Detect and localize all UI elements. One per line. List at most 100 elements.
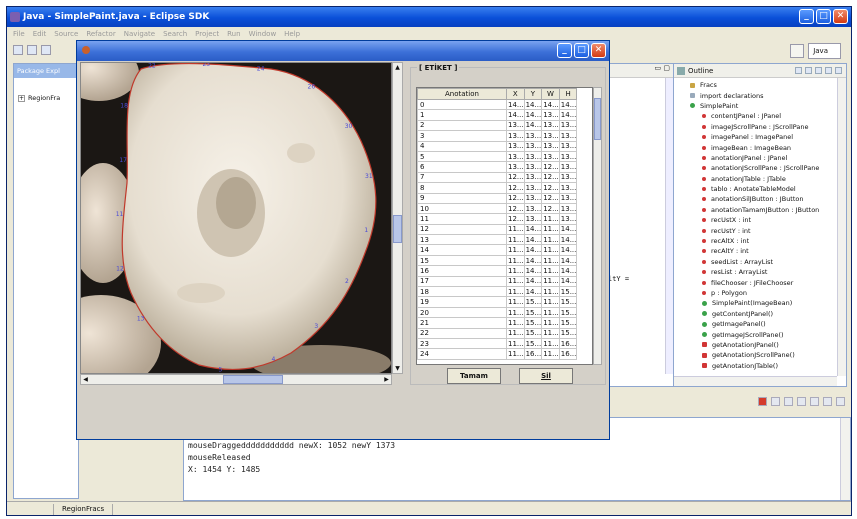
- table-cell[interactable]: 13...: [541, 140, 560, 152]
- table-cell[interactable]: 15...: [558, 317, 578, 329]
- outline-item[interactable]: resList : ArrayList: [676, 267, 836, 277]
- menu-project[interactable]: Project: [195, 30, 219, 38]
- table-cell[interactable]: 11: [417, 213, 507, 225]
- table-cell[interactable]: 11...: [541, 327, 560, 340]
- table-cell[interactable]: 14...: [523, 119, 543, 132]
- image-horizontal-thumb[interactable]: [223, 375, 283, 384]
- table-row[interactable]: 3 13... 13... 13... 13...: [417, 130, 578, 142]
- table-cell[interactable]: 12...: [506, 171, 525, 184]
- table-cell[interactable]: 14...: [523, 234, 543, 246]
- delete-button[interactable]: Sil: [519, 368, 573, 384]
- table-cell[interactable]: 13...: [506, 140, 525, 152]
- table-row[interactable]: 17 11... 14... 11... 14...: [417, 275, 578, 288]
- column-header[interactable]: Anotation: [417, 88, 507, 100]
- table-row[interactable]: 11 12... 13... 11... 13...: [417, 213, 578, 225]
- table-cell[interactable]: 11...: [506, 296, 525, 308]
- table-cell[interactable]: 14...: [558, 234, 578, 246]
- image-vertical-scrollbar[interactable]: ▲ ▼: [392, 62, 403, 374]
- table-cell[interactable]: 21: [417, 317, 507, 329]
- table-cell[interactable]: 13...: [523, 213, 543, 225]
- image-vertical-thumb[interactable]: [393, 215, 402, 243]
- menu-file[interactable]: File: [13, 30, 25, 38]
- table-cell[interactable]: 15...: [523, 337, 543, 350]
- menu-navigate[interactable]: Navigate: [124, 30, 155, 38]
- table-cell[interactable]: 16: [417, 265, 507, 277]
- table-row[interactable]: 6 13... 13... 12... 13...: [417, 161, 578, 173]
- menu-run[interactable]: Run: [227, 30, 240, 38]
- scroll-right-arrow-icon[interactable]: ▶: [382, 375, 391, 384]
- table-cell[interactable]: 12...: [541, 161, 560, 173]
- table-cell[interactable]: 23: [417, 337, 507, 350]
- table-row[interactable]: 7 12... 13... 12... 13...: [417, 171, 578, 184]
- remove-launch-icon[interactable]: [771, 396, 780, 406]
- table-row[interactable]: 15 11... 14... 11... 14...: [417, 254, 578, 267]
- table-cell[interactable]: 20: [417, 306, 507, 319]
- table-cell[interactable]: 11...: [506, 348, 525, 360]
- menu-search[interactable]: Search: [163, 30, 187, 38]
- table-cell[interactable]: 11...: [506, 286, 525, 298]
- table-cell[interactable]: 12...: [541, 202, 560, 215]
- table-cell[interactable]: 2: [417, 119, 507, 132]
- table-cell[interactable]: 15...: [558, 327, 578, 340]
- table-row[interactable]: 18 11... 14... 11... 15...: [417, 286, 578, 298]
- table-cell[interactable]: 11...: [541, 317, 560, 329]
- table-cell[interactable]: 13...: [523, 140, 543, 152]
- outline-item[interactable]: import declarations: [676, 90, 836, 100]
- table-cell[interactable]: 19: [417, 296, 507, 308]
- table-cell[interactable]: 13...: [506, 150, 525, 163]
- table-cell[interactable]: 14...: [523, 275, 543, 288]
- minimize-view-icon[interactable]: [836, 396, 845, 406]
- outline-item[interactable]: getAnotationJTable(): [676, 361, 836, 371]
- hide-fields-icon[interactable]: [805, 67, 812, 74]
- table-cell[interactable]: 13...: [558, 182, 578, 194]
- table-cell[interactable]: 6: [417, 161, 507, 173]
- table-cell[interactable]: 14...: [523, 98, 543, 111]
- table-cell[interactable]: 11...: [506, 265, 525, 277]
- table-row[interactable]: 1 14... 14... 13... 14...: [417, 109, 578, 121]
- hide-static-icon[interactable]: [815, 67, 822, 74]
- annotation-table[interactable]: Anotation X Y W H 0 14... 14... 14... 14... 1 14..…: [416, 87, 593, 365]
- outline-item[interactable]: imagePanel : ImagePanel: [676, 132, 836, 142]
- table-cell[interactable]: 15...: [523, 317, 543, 329]
- table-row[interactable]: 2 13... 14... 13... 13...: [417, 119, 578, 132]
- table-cell[interactable]: 18: [417, 286, 507, 298]
- outline-item[interactable]: recUstY : int: [676, 225, 836, 235]
- table-cell[interactable]: 12...: [506, 202, 525, 215]
- java-perspective-button[interactable]: Java: [808, 43, 841, 59]
- package-explorer-tab[interactable]: Package Expl: [14, 64, 78, 78]
- table-cell[interactable]: 12...: [541, 192, 560, 204]
- table-cell[interactable]: 11...: [541, 213, 560, 225]
- table-cell[interactable]: 14...: [558, 244, 578, 256]
- table-cell[interactable]: 13...: [523, 150, 543, 163]
- table-cell[interactable]: 9: [417, 192, 507, 204]
- outline-item[interactable]: getImagePanel(): [676, 319, 836, 329]
- table-cell[interactable]: 13...: [558, 130, 578, 142]
- table-cell[interactable]: 13...: [558, 150, 578, 163]
- table-cell[interactable]: 13...: [506, 161, 525, 173]
- table-cell[interactable]: 16...: [558, 348, 578, 360]
- table-cell[interactable]: 13...: [523, 202, 543, 215]
- table-cell[interactable]: 13...: [541, 109, 560, 121]
- table-row[interactable]: 13 11... 14... 11... 14...: [417, 234, 578, 246]
- table-cell[interactable]: 11...: [506, 234, 525, 246]
- table-cell[interactable]: 11...: [541, 223, 560, 236]
- table-cell[interactable]: 11...: [541, 254, 560, 267]
- table-row[interactable]: 8 12... 13... 12... 13...: [417, 182, 578, 194]
- stone-image[interactable]: 131211171822 232426303112345: [81, 63, 392, 374]
- table-cell[interactable]: 11...: [541, 337, 560, 350]
- table-cell[interactable]: 13: [417, 234, 507, 246]
- outline-item[interactable]: recAltY : int: [676, 246, 836, 256]
- pin-console-icon[interactable]: [810, 396, 819, 406]
- open-perspective-icon[interactable]: [790, 44, 805, 58]
- table-cell[interactable]: 17: [417, 275, 507, 288]
- table-row[interactable]: 20 11... 15... 11... 15...: [417, 306, 578, 319]
- table-cell[interactable]: 14...: [558, 254, 578, 267]
- table-cell[interactable]: 15...: [523, 306, 543, 319]
- table-cell[interactable]: 15: [417, 254, 507, 267]
- menu-refactor[interactable]: Refactor: [86, 30, 115, 38]
- table-cell[interactable]: 13...: [523, 171, 543, 184]
- table-cell[interactable]: 14...: [523, 286, 543, 298]
- table-cell[interactable]: 14...: [506, 98, 525, 111]
- table-row[interactable]: 4 13... 13... 13... 13...: [417, 140, 578, 152]
- table-cell[interactable]: 13...: [541, 150, 560, 163]
